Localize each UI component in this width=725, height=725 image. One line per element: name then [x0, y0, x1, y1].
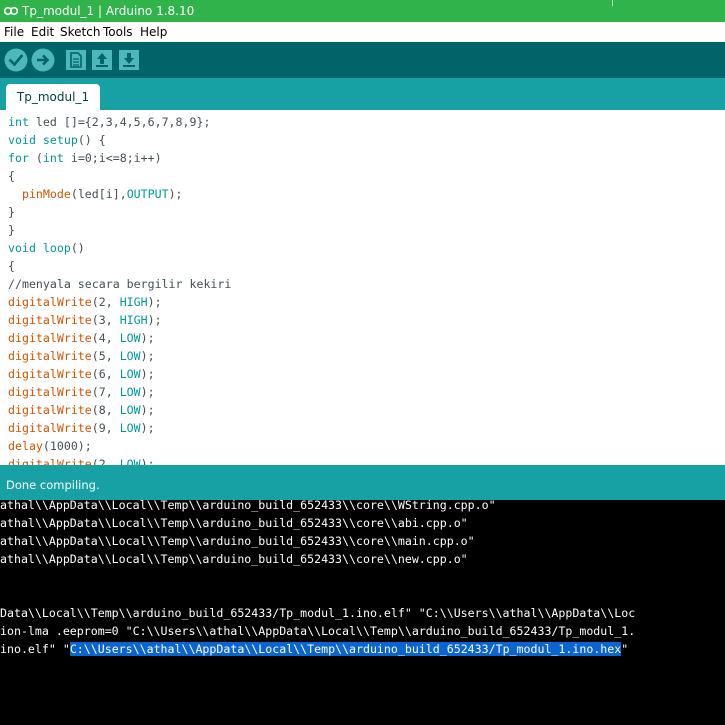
open-icon[interactable] [92, 50, 112, 70]
window-title: Tp_modul_1 | Arduino 1.8.10 [22, 4, 195, 18]
console-line: ino.elf" "C:\\Users\\athal\\AppData\\Loc… [0, 640, 635, 658]
output-console[interactable]: athal\\AppData\\Local\\Temp\\arduino_bui… [0, 500, 725, 725]
menu-edit[interactable]: Edit [31, 22, 54, 42]
code-line: digitalWrite(9, LOW); [8, 421, 155, 435]
code-editor[interactable]: int led []={2,3,4,5,6,7,8,9}; void setup(… [0, 110, 725, 465]
code-line: void loop() [8, 241, 85, 255]
code-line: { [8, 259, 15, 273]
code-line: void setup() { [8, 133, 106, 147]
save-icon[interactable] [119, 50, 139, 70]
new-icon[interactable] [66, 50, 86, 70]
arduino-logo-icon [4, 6, 18, 16]
code-line: digitalWrite(8, LOW); [8, 403, 155, 417]
code-line: digitalWrite(6, LOW); [8, 367, 155, 381]
tab-tp-modul-1[interactable]: Tp_modul_1 [6, 84, 100, 110]
console-line-prefix: ino.elf" " [0, 642, 70, 656]
menu-file[interactable]: File [4, 22, 24, 42]
code-line: digitalWrite(2, HIGH); [8, 295, 162, 309]
console-selected-text[interactable]: C:\\Users\\athal\\AppData\\Local\\Temp\\… [69, 642, 622, 656]
code-line: //menyala secara bergilir kekiri [8, 277, 232, 291]
console-line: athal\\AppData\\Local\\Temp\\arduino_bui… [0, 500, 496, 512]
title-bar: Tp_modul_1 | Arduino 1.8.10 [0, 0, 725, 22]
code-line: for (int i=0;i<=8;i++) [8, 151, 162, 165]
code-line: digitalWrite(4, LOW); [8, 331, 155, 345]
code-line: digitalWrite(7, LOW); [8, 385, 155, 399]
window-divider [612, 0, 613, 6]
status-text: Done compiling. [6, 478, 100, 492]
code-line: } [8, 223, 15, 237]
code-line: digitalWrite(2, LOW); [8, 457, 155, 465]
console-line: athal\\AppData\\Local\\Temp\\arduino_bui… [0, 534, 475, 548]
code-line: int led []={2,3,4,5,6,7,8,9}; [8, 115, 211, 129]
code-line: digitalWrite(3, HIGH); [8, 313, 162, 327]
menu-bar: File Edit Sketch Tools Help [0, 22, 725, 42]
code-line: pinMode(led[i],OUTPUT); [21, 187, 183, 201]
code-line: delay(1000); [8, 439, 92, 453]
menu-tools[interactable]: Tools [103, 22, 133, 42]
console-line: Data\\Local\\Temp\\arduino_build_652433/… [0, 606, 636, 620]
upload-icon[interactable] [31, 48, 55, 72]
code-line: { [8, 169, 15, 183]
code-line: digitalWrite(5, LOW); [8, 349, 155, 363]
status-bar: Done compiling. [0, 465, 725, 500]
tab-bar: Tp_modul_1 [0, 78, 725, 110]
menu-help[interactable]: Help [140, 22, 167, 42]
verify-icon[interactable] [4, 48, 28, 72]
menu-sketch[interactable]: Sketch [60, 22, 100, 42]
console-line: ion-lma .eeprom=0 "C:\\Users\\athal\\App… [0, 624, 636, 638]
console-line: athal\\AppData\\Local\\Temp\\arduino_bui… [0, 552, 468, 566]
code-line: } [8, 205, 15, 219]
toolbar [0, 42, 725, 78]
console-line-suffix: " [621, 642, 629, 656]
console-lines: athal\\AppData\\Local\\Temp\\arduino_bui… [0, 500, 635, 658]
console-line: athal\\AppData\\Local\\Temp\\arduino_bui… [0, 516, 468, 530]
code-lines: int led []={2,3,4,5,6,7,8,9}; void setup(… [8, 113, 231, 465]
